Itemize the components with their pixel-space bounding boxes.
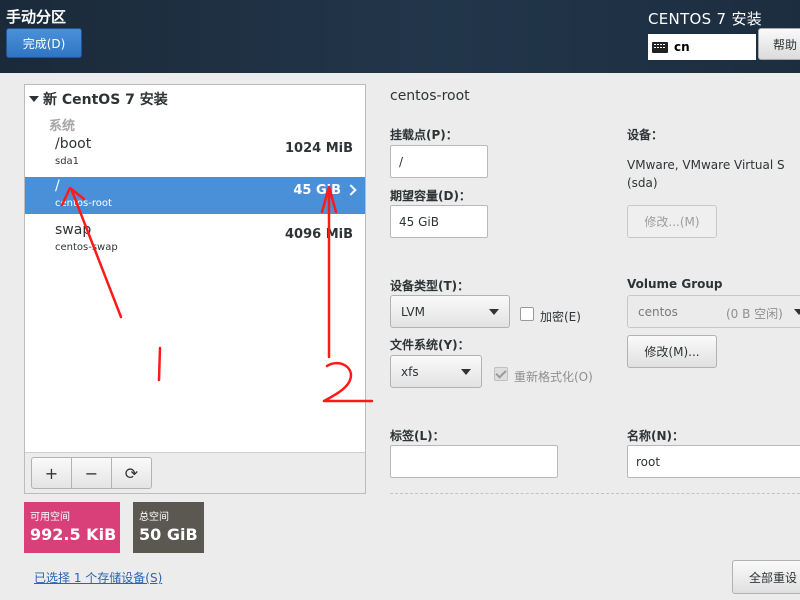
device-label: sda1 [55, 156, 80, 167]
available-space-label: 可用空间 [30, 512, 70, 523]
total-space-label: 总空间 [139, 512, 169, 523]
add-mount-point-button[interactable]: + [31, 457, 72, 489]
chevron-right-icon [345, 184, 357, 196]
device-label: centos-root [55, 198, 112, 209]
encrypt-label: 加密(E) [540, 310, 581, 324]
desired-capacity-input[interactable]: 45 GiB [390, 205, 488, 238]
total-space-value: 50 GiB [139, 525, 198, 544]
size-label: 4096 MiB [284, 227, 353, 242]
mount-item-boot[interactable]: /boot sda1 1024 MiB [25, 135, 365, 172]
device-type-select[interactable]: LVM [390, 295, 510, 328]
volume-group-select[interactable]: centos (0 B 空闲) [627, 295, 800, 328]
reset-all-button[interactable]: 全部重设 [732, 560, 800, 594]
dropdown-arrow-icon [489, 309, 499, 315]
help-button[interactable]: 帮助 [758, 28, 800, 60]
device-type-value: LVM [401, 304, 425, 319]
name-field-label: 名称(N)： [627, 429, 685, 443]
available-space-box: 可用空间 992.5 KiB [24, 502, 120, 553]
new-install-header[interactable]: 新 CentOS 7 安装 [29, 89, 168, 109]
mount-point-field-label: 挂载点(P)： [390, 128, 458, 142]
device-field-label: 设备： [627, 128, 664, 142]
section-divider [390, 493, 800, 494]
detail-title: centos-root [390, 88, 470, 104]
size-label: 45 GiB [293, 183, 341, 198]
modify-device-button[interactable]: 修改...(M) [627, 205, 717, 238]
mount-item-swap[interactable]: swap centos-swap 4096 MiB [25, 221, 365, 258]
total-space-box: 总空间 50 GiB [133, 502, 204, 553]
reformat-checkbox[interactable] [494, 367, 508, 381]
device-type-field-label: 设备类型(T)： [390, 279, 470, 293]
volume-group-value: centos [638, 304, 678, 319]
size-label: 1024 MiB [284, 141, 353, 156]
name-input[interactable]: root [627, 445, 800, 478]
device-name-text: VMware, VMware Virtual S [627, 158, 785, 172]
filesystem-value: xfs [401, 364, 419, 379]
refresh-button[interactable]: ⟳ [111, 457, 152, 489]
keyboard-icon [652, 41, 668, 53]
mount-point-label: /boot [55, 136, 92, 152]
device-id-text: (sda) [627, 176, 658, 190]
mount-point-input[interactable]: / [390, 145, 488, 178]
page-title: 手动分区 [6, 8, 67, 26]
keyboard-layout-indicator[interactable]: cn [648, 34, 756, 60]
install-title: CENTOS 7 安装 [648, 10, 763, 28]
top-header: 手动分区 完成(D) CENTOS 7 安装 cn 帮助 [0, 0, 800, 73]
done-button[interactable]: 完成(D) [6, 28, 82, 58]
system-group-label: 系统 [49, 119, 76, 134]
volume-group-free-space: (0 B 空闲) [726, 307, 783, 321]
dropdown-arrow-icon [794, 309, 800, 315]
tree-toolbar-buttons: + − ⟳ [31, 457, 152, 489]
encrypt-checkbox[interactable] [520, 307, 534, 321]
volume-group-field-label: Volume Group [627, 277, 723, 291]
filesystem-select[interactable]: xfs [390, 355, 482, 388]
remove-mount-point-button[interactable]: − [71, 457, 112, 489]
filesystem-field-label: 文件系统(Y)： [390, 338, 470, 352]
device-label: centos-swap [55, 242, 118, 253]
mount-point-label: swap [55, 222, 92, 238]
keyboard-layout-text: cn [674, 40, 690, 54]
selected-storage-link[interactable]: 已选择 1 个存储设备(S) [34, 569, 162, 586]
expand-triangle-icon [29, 96, 39, 102]
tag-field-label: 标签(L)： [390, 429, 445, 443]
tree-toolbar: + − ⟳ [25, 452, 365, 493]
mount-point-tree: 新 CentOS 7 安装 系统 /boot sda1 1024 MiB / c… [24, 84, 366, 494]
reformat-label: 重新格式化(O) [514, 370, 593, 384]
capacity-field-label: 期望容量(D)： [390, 189, 471, 203]
mount-point-label: / [55, 178, 60, 194]
dropdown-arrow-icon [461, 369, 471, 375]
mount-item-root[interactable]: / centos-root 45 GiB [25, 177, 365, 214]
tag-input[interactable] [390, 445, 558, 478]
modify-volume-group-button[interactable]: 修改(M)... [627, 335, 717, 368]
available-space-value: 992.5 KiB [30, 525, 117, 544]
new-install-title: 新 CentOS 7 安装 [43, 92, 168, 108]
